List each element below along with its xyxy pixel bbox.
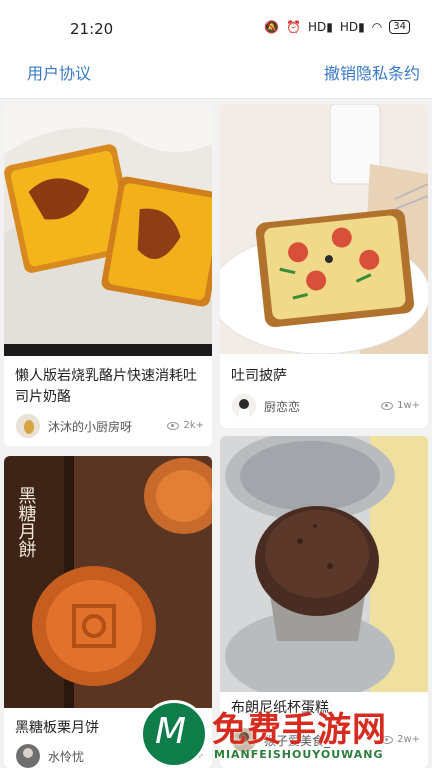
recipe-image bbox=[220, 436, 428, 692]
revoke-privacy-link[interactable]: 撤销隐私条约 bbox=[324, 60, 420, 84]
recipe-image bbox=[220, 104, 428, 354]
user-agreement-link[interactable]: 用户协议 bbox=[27, 60, 91, 84]
wifi-icon: ◠ bbox=[371, 20, 383, 34]
recipe-image bbox=[4, 104, 212, 356]
avatar bbox=[16, 414, 40, 438]
recipe-title: 黑糖板栗月饼 bbox=[15, 720, 99, 736]
status-time: 21:20 bbox=[70, 20, 114, 38]
avatar bbox=[232, 394, 256, 418]
watermark-logo: M bbox=[140, 700, 208, 768]
recipe-image: 黑糖月餅 bbox=[4, 456, 212, 708]
status-icons: 🔕 ⏰ HD▮ HD▮ ◠ 34 bbox=[264, 20, 410, 34]
avatar bbox=[16, 744, 40, 768]
watermark-subtext: MIANFEISHOUYOUWANG bbox=[214, 748, 384, 761]
recipe-card[interactable]: 懒人版岩烧乳酪片快速消耗吐司片奶酪 沐沐的小厨房呀 2k+ bbox=[4, 104, 212, 446]
recipe-author: 沐沐的小厨房呀 bbox=[16, 414, 132, 438]
mooncake-side-text: 黑糖月餅 bbox=[16, 486, 37, 558]
battery-icon: 34 bbox=[389, 20, 410, 34]
top-header: 用户协议 撤销隐私条约 bbox=[0, 40, 432, 99]
view-count: 2k+ bbox=[167, 420, 204, 431]
recipe-author: 水怜忧 bbox=[16, 744, 84, 768]
recipe-card[interactable]: 吐司披萨 厨恋恋 1w+ bbox=[220, 104, 428, 428]
author-name: 水怜忧 bbox=[48, 749, 85, 764]
watermark: M 免费手游网 MIANFEISHOUYOUWANG bbox=[140, 700, 432, 768]
recipe-author: 厨恋恋 bbox=[232, 394, 300, 418]
signal-icon: HD▮ bbox=[308, 20, 333, 34]
view-count-value: 2k+ bbox=[183, 420, 204, 431]
status-bar: 21:20 🔕 ⏰ HD▮ HD▮ ◠ 34 bbox=[0, 0, 432, 40]
signal-icon-2: HD▮ bbox=[339, 20, 365, 34]
watermark-text: 免费手游网 bbox=[212, 710, 387, 750]
eye-icon bbox=[167, 421, 180, 430]
mute-icon: 🔕 bbox=[264, 20, 280, 34]
recipe-title: 吐司披萨 bbox=[231, 368, 287, 384]
eye-icon bbox=[381, 401, 394, 410]
recipe-title: 懒人版岩烧乳酪片快速消耗吐司片奶酪 bbox=[15, 368, 197, 405]
view-count-value: 1w+ bbox=[397, 400, 420, 411]
alarm-icon: ⏰ bbox=[286, 20, 302, 34]
author-name: 沐沐的小厨房呀 bbox=[48, 419, 133, 434]
author-name: 厨恋恋 bbox=[264, 399, 301, 414]
view-count: 1w+ bbox=[381, 400, 420, 411]
